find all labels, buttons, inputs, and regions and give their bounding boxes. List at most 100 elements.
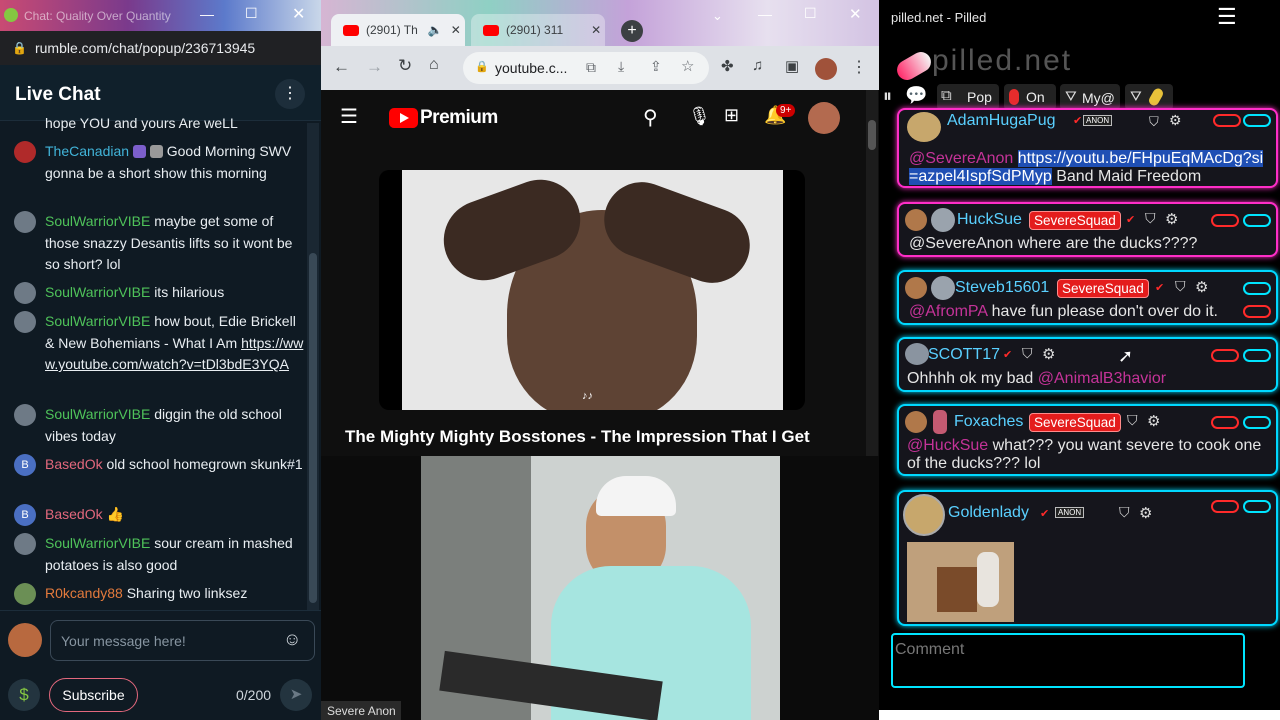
chat-username[interactable]: TheCanadian — [45, 143, 129, 159]
cyan-toggle[interactable] — [1243, 416, 1271, 429]
red-toggle[interactable] — [1211, 500, 1239, 513]
chat-username[interactable]: BasedOk — [45, 456, 103, 472]
omnibox[interactable]: 🔒 youtube.c... ⧉ ⤓ ⇪ ☆ — [463, 52, 709, 84]
minimize-button[interactable]: — — [200, 6, 214, 22]
chat-username[interactable]: SoulWarriorVIBE — [45, 406, 150, 422]
chat-username[interactable]: HuckSue — [957, 211, 1022, 229]
bookmark-star-icon[interactable]: ☆ — [681, 57, 694, 75]
emoji-icon[interactable]: ☺ — [283, 629, 301, 650]
close-button[interactable]: ✕ — [292, 4, 305, 24]
tab-close-icon[interactable]: ✕ — [591, 23, 601, 37]
dollar-icon[interactable]: $ — [8, 679, 40, 711]
maximize-button[interactable]: ☐ — [804, 5, 817, 22]
video-title[interactable]: The Mighty Mighty Bosstones - The Impres… — [345, 427, 810, 447]
attached-image[interactable] — [907, 542, 1014, 622]
cyan-toggle[interactable] — [1243, 282, 1271, 295]
chat-username[interactable]: Foxaches — [954, 413, 1023, 431]
extensions-icon[interactable]: ✤ — [721, 57, 734, 75]
page-scrollbar[interactable] — [866, 90, 878, 456]
mentions-filter[interactable]: ⛛ My@ — [1060, 84, 1120, 110]
cyan-toggle[interactable] — [1243, 114, 1271, 127]
side-panel-icon[interactable]: ▣ — [785, 57, 799, 75]
chat-username[interactable]: Steveb15601 — [955, 279, 1049, 297]
red-toggle[interactable] — [1213, 114, 1241, 127]
pill-filter[interactable]: ⛛ — [1125, 84, 1173, 110]
chat-username[interactable]: SoulWarriorVIBE — [45, 313, 150, 329]
rumble-url-bar[interactable]: 🔒 rumble.com/chat/popup/236713945 — [0, 31, 321, 65]
subscribe-button[interactable]: Subscribe — [49, 678, 138, 712]
chat-username[interactable]: AdamHugaPug — [947, 112, 1056, 130]
microphone-icon[interactable]: 🎙 — [688, 106, 711, 127]
back-icon[interactable]: ← — [333, 57, 350, 77]
create-video-icon[interactable]: ⊞ — [724, 105, 739, 126]
send-icon[interactable]: ➤ — [280, 679, 312, 711]
browser-tab-active[interactable]: (2901) Th 🔈 ✕ — [331, 14, 465, 46]
chat-username[interactable]: SoulWarriorVIBE — [45, 213, 150, 229]
mention[interactable]: @AnimalB3havior — [1038, 370, 1166, 387]
comment-input[interactable]: Comment — [891, 633, 1245, 688]
tab-close-icon[interactable]: ✕ — [451, 23, 461, 37]
more-options-icon[interactable]: ⋮ — [275, 79, 305, 109]
chat-input[interactable]: Your message here! ☺ — [50, 620, 315, 661]
video-frame[interactable]: ♪♪ — [402, 170, 783, 410]
tab-search-icon[interactable]: ⌄ — [712, 8, 723, 24]
chat-username[interactable]: Goldenlady — [948, 504, 1029, 522]
red-toggle[interactable] — [1211, 214, 1239, 227]
red-toggle[interactable] — [1211, 416, 1239, 429]
chat-username[interactable]: BasedOk — [45, 506, 103, 522]
my-label: My@ — [1082, 90, 1115, 106]
chat-username[interactable]: SoulWarriorVIBE — [45, 284, 150, 300]
settings-gear-icon[interactable]: ⚙ — [1195, 278, 1208, 296]
open-in-window-icon[interactable]: ⧉ — [586, 59, 596, 76]
close-button[interactable]: ✕ — [849, 5, 862, 23]
search-icon[interactable]: ⚲ — [643, 105, 658, 130]
pill-icon — [1147, 86, 1165, 108]
red-toggle[interactable] — [1211, 349, 1239, 362]
hamburger-menu-icon[interactable]: ☰ — [1217, 4, 1237, 30]
minimize-button[interactable]: — — [758, 6, 772, 22]
shield-icon[interactable]: ⛉ — [1022, 345, 1033, 362]
shield-icon[interactable]: ⛉ — [1119, 504, 1130, 521]
mention[interactable]: @SevereAnon — [909, 150, 1013, 167]
media-control-icon[interactable]: ♫ — [752, 57, 763, 74]
shield-icon[interactable]: ⛉ — [1175, 278, 1186, 295]
shield-icon[interactable]: ⛉ — [1145, 210, 1156, 227]
mouse-cursor: ➚ — [1118, 346, 1134, 366]
chrome-menu-icon[interactable]: ⋮ — [851, 57, 867, 77]
chat-username[interactable]: SoulWarriorVIBE — [45, 535, 150, 551]
maximize-button[interactable]: ☐ — [245, 5, 258, 22]
pause-icon[interactable]: ⏸ — [883, 86, 892, 107]
settings-gear-icon[interactable]: ⚙ — [1042, 345, 1055, 363]
youtube-avatar[interactable] — [808, 102, 840, 134]
on-toggle[interactable]: On — [1004, 84, 1056, 110]
settings-gear-icon[interactable]: ⚙ — [1139, 504, 1152, 522]
browser-tab[interactable]: (2901) 311 ✕ — [471, 14, 605, 46]
settings-gear-icon[interactable]: ⚙ — [1165, 210, 1178, 228]
reload-icon[interactable]: ↻ — [398, 56, 412, 76]
chat-username[interactable]: SCOTT17 — [928, 346, 1000, 364]
share-icon[interactable]: ⇪ — [650, 58, 662, 75]
shield-icon[interactable]: ⛉ — [1127, 412, 1138, 429]
settings-gear-icon[interactable]: ⚙ — [1147, 412, 1160, 430]
cyan-toggle[interactable] — [1243, 500, 1271, 513]
speaker-icon[interactable]: 🔈 — [428, 23, 443, 37]
forward-icon[interactable]: → — [366, 57, 383, 77]
popout-icon: ⧉ — [941, 87, 952, 104]
mention[interactable]: @HuckSue — [907, 437, 988, 454]
chat-bubble-icon[interactable]: 💬 — [905, 85, 927, 106]
chat-username[interactable]: R0kcandy88 — [45, 585, 123, 601]
home-icon[interactable]: ⌂ — [429, 56, 439, 74]
chat-scrollbar[interactable] — [307, 123, 319, 610]
cyan-toggle[interactable] — [1243, 214, 1271, 227]
avatar — [14, 141, 36, 163]
youtube-logo-icon[interactable] — [389, 108, 418, 128]
cyan-toggle[interactable] — [1243, 349, 1271, 362]
hamburger-menu-icon[interactable]: ☰ — [340, 104, 358, 129]
install-icon[interactable]: ⤓ — [618, 58, 624, 75]
mention[interactable]: @AfromPA — [909, 303, 987, 320]
new-tab-button[interactable]: + — [621, 20, 643, 42]
shield-icon[interactable]: ⛉ — [1149, 113, 1159, 131]
settings-gear-icon[interactable]: ⚙ — [1169, 112, 1182, 129]
profile-avatar[interactable] — [815, 58, 837, 80]
pop-button[interactable]: ⧉ Pop — [937, 84, 999, 110]
